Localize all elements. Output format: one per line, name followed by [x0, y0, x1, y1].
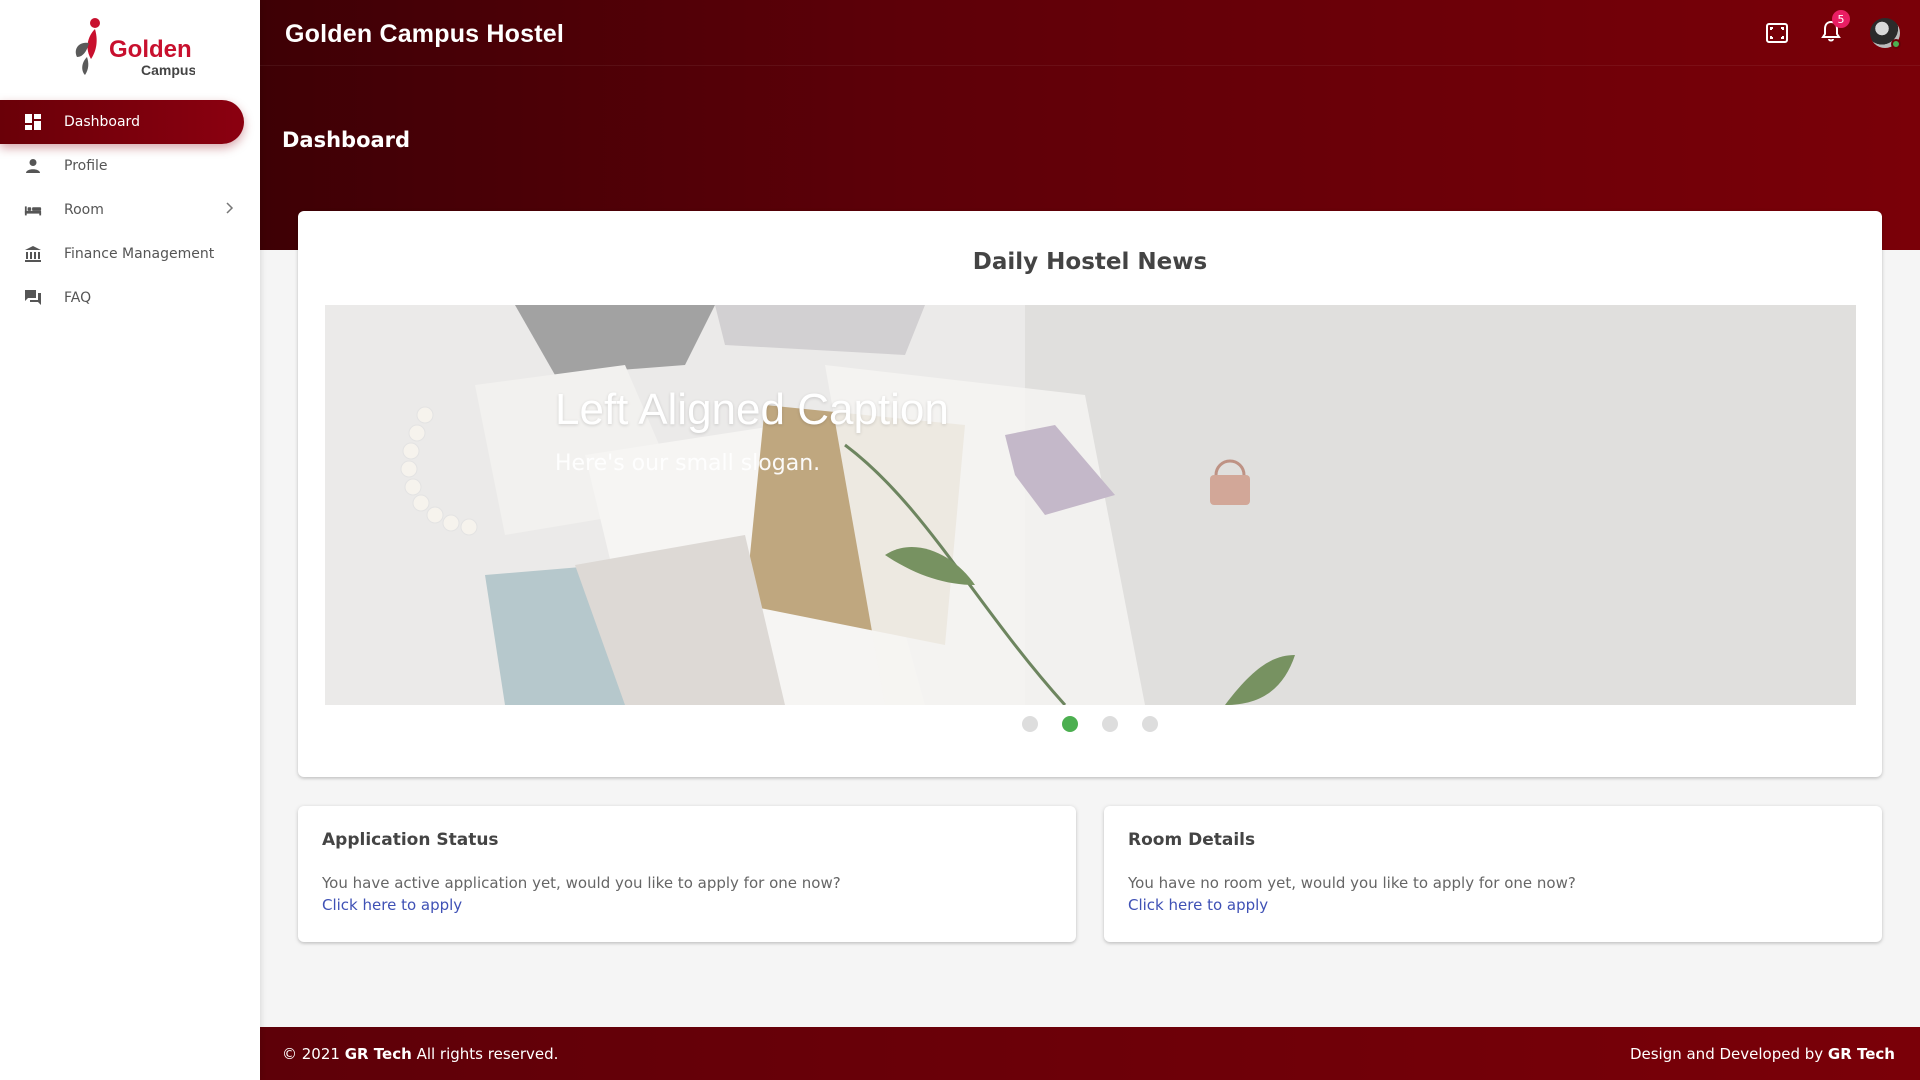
footer-brand-link[interactable]: GR Tech: [345, 1045, 412, 1063]
app-title: Golden Campus Hostel: [285, 20, 565, 48]
sidebar: Golden Campus Dashboard Profile Room Fin…: [0, 0, 260, 1080]
logo-icon: Golden Campus: [75, 18, 195, 78]
page-title: Dashboard: [282, 128, 411, 152]
card-title: Room Details: [1128, 830, 1256, 850]
copyright: © 2021 GR Tech All rights reserved.: [282, 1045, 558, 1063]
room-details-card: Room Details You have no room yet, would…: [1104, 806, 1882, 942]
avatar[interactable]: [1870, 18, 1901, 49]
carousel-indicator[interactable]: [1102, 716, 1118, 732]
sidebar-item-profile[interactable]: Profile: [0, 144, 244, 188]
sidebar-item-label: Profile: [64, 158, 108, 174]
carousel-caption-subtitle: Here's our small slogan.: [555, 451, 821, 476]
credit-prefix: Design and Developed by: [1629, 1045, 1828, 1063]
top-bar: Golden Campus Hostel 5: [260, 0, 1920, 66]
sidebar-item-label: Room: [64, 202, 104, 218]
sidebar-item-finance-management[interactable]: Finance Management: [0, 232, 244, 276]
notification-badge: 5: [1832, 10, 1850, 28]
card-text: You have no room yet, would you like to …: [1128, 874, 1576, 892]
sidebar-nav: Dashboard Profile Room Finance Managemen…: [0, 96, 260, 320]
news-carousel[interactable]: Left Aligned Caption Here's our small sl…: [325, 305, 1856, 705]
carousel-slide-image: [325, 305, 1856, 705]
credit: Design and Developed by GR Tech: [1630, 1045, 1895, 1063]
svg-text:Campus: Campus: [141, 62, 195, 78]
carousel-indicators: [298, 716, 1882, 732]
apply-link[interactable]: Click here to apply: [322, 896, 462, 914]
svg-text:Golden: Golden: [109, 36, 192, 63]
credit-brand-link[interactable]: GR Tech: [1828, 1045, 1895, 1063]
sidebar-item-label: Finance Management: [64, 246, 215, 262]
carousel-caption-title: Left Aligned Caption: [555, 385, 949, 434]
notifications-button[interactable]: 5: [1818, 10, 1850, 46]
bed-icon: [24, 201, 42, 219]
copyright-prefix: © 2021: [282, 1045, 345, 1063]
sidebar-item-faq[interactable]: FAQ: [0, 276, 244, 320]
fullscreen-icon[interactable]: [1764, 20, 1790, 46]
carousel-indicator[interactable]: [1142, 716, 1158, 732]
news-card: Daily Hostel News Left Aligned Caption H…: [298, 211, 1882, 777]
news-title: Daily Hostel News: [972, 249, 1208, 275]
bank-icon: [24, 245, 42, 263]
footer: © 2021 GR Tech All rights reserved. Desi…: [260, 1027, 1920, 1080]
online-status-indicator: [1891, 39, 1901, 49]
sidebar-item-dashboard[interactable]: Dashboard: [0, 100, 244, 144]
sidebar-item-label: FAQ: [64, 290, 92, 306]
sidebar-item-label: Dashboard: [64, 114, 140, 130]
chevron-right-icon: [224, 201, 234, 219]
application-status-card: Application Status You have active appli…: [298, 806, 1076, 942]
copyright-suffix: All rights reserved.: [411, 1045, 559, 1063]
forum-icon: [24, 289, 42, 307]
dashboard-icon: [24, 113, 42, 131]
logo[interactable]: Golden Campus: [0, 0, 260, 96]
apply-link[interactable]: Click here to apply: [1128, 896, 1268, 914]
carousel-indicator[interactable]: [1022, 716, 1038, 732]
person-icon: [24, 157, 42, 175]
card-title: Application Status: [322, 830, 499, 850]
sidebar-item-room[interactable]: Room: [0, 188, 244, 232]
carousel-indicator-active[interactable]: [1062, 716, 1078, 732]
card-text: You have active application yet, would y…: [322, 874, 841, 892]
